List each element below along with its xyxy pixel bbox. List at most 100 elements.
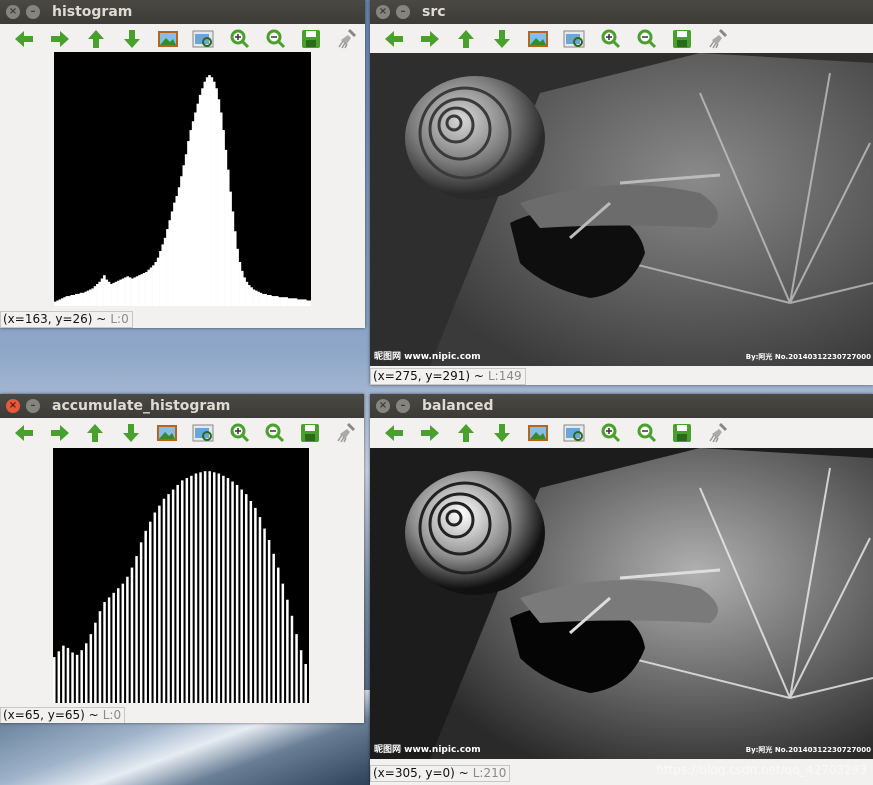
histogram-bar xyxy=(80,650,83,703)
histogram-bar xyxy=(72,295,76,306)
histogram-bar xyxy=(268,295,272,306)
balanced-photo[interactable]: 昵图网 www.nipic.com By:阿光 No.2014031223072… xyxy=(370,448,873,759)
arrow-up-button[interactable] xyxy=(78,25,114,53)
zoom-in-button[interactable] xyxy=(221,419,257,447)
properties-icon xyxy=(563,30,585,48)
histogram-bar xyxy=(217,473,221,703)
minimize-button[interactable]: – xyxy=(26,399,40,413)
zoom-in-icon xyxy=(601,29,621,49)
properties-button[interactable] xyxy=(186,25,222,53)
arrow-up-button[interactable] xyxy=(448,419,484,447)
histogram-bar xyxy=(168,220,172,306)
save-image-button[interactable] xyxy=(520,25,556,53)
histogram-bar xyxy=(145,271,148,306)
arrow-down-button[interactable] xyxy=(484,25,520,53)
close-button[interactable]: × xyxy=(376,5,390,19)
histogram-bar xyxy=(112,592,115,703)
histogram-bar xyxy=(240,489,243,703)
arrow-right-button[interactable] xyxy=(412,25,448,53)
zoom-in-button[interactable] xyxy=(592,25,628,53)
histogram-bar xyxy=(112,282,116,306)
zoom-in-button[interactable] xyxy=(221,25,257,53)
minimize-button[interactable]: – xyxy=(26,5,40,19)
arrow-up-button[interactable] xyxy=(448,25,484,53)
clear-button[interactable] xyxy=(700,25,736,53)
arrow-right-icon xyxy=(50,425,69,441)
arrow-left-button[interactable] xyxy=(6,25,42,53)
minimize-button[interactable]: – xyxy=(396,399,410,413)
histogram-bar xyxy=(290,615,294,703)
balanced-window: × – balanced 昵图网 www.nipic.com By:阿光 No.… xyxy=(370,394,873,785)
histogram-bar xyxy=(128,277,132,306)
histogram-bar xyxy=(245,494,248,703)
arrow-up-icon xyxy=(458,30,474,48)
save-button[interactable] xyxy=(293,25,329,53)
histogram-bar xyxy=(119,279,123,306)
arrow-right-button[interactable] xyxy=(42,419,78,447)
zoom-in-icon xyxy=(601,423,621,443)
status-coords: (x=163, y=26) ~ xyxy=(3,312,107,326)
zoom-out-button[interactable] xyxy=(628,25,664,53)
save-button[interactable] xyxy=(664,25,700,53)
histogram-bar xyxy=(280,297,284,306)
histogram-bar xyxy=(103,275,106,306)
watermark-left: 昵图网 www.nipic.com xyxy=(374,745,481,755)
histogram-bar xyxy=(58,299,62,306)
save-button[interactable] xyxy=(664,419,700,447)
histogram-bar xyxy=(301,299,305,306)
histogram-window: × – histogram (x=163, y=26) ~ L:0 xyxy=(0,0,365,328)
histogram-bar xyxy=(250,287,253,306)
save-image-button[interactable] xyxy=(520,419,556,447)
histogram-bar xyxy=(208,75,211,306)
titlebar: × – balanced xyxy=(370,394,873,418)
minimize-button[interactable]: – xyxy=(396,5,410,19)
close-button[interactable]: × xyxy=(6,399,20,413)
histogram-bar xyxy=(162,498,166,703)
histogram-bar xyxy=(68,296,71,306)
arrow-up-button[interactable] xyxy=(78,419,114,447)
arrow-left-icon xyxy=(14,425,33,441)
histogram-bar xyxy=(182,165,186,306)
properties-button[interactable] xyxy=(556,25,592,53)
watermark-right: By:阿光 No.20140312230727000 xyxy=(745,746,871,754)
histogram-bar xyxy=(226,478,230,703)
arrow-down-button[interactable] xyxy=(114,25,150,53)
arrow-right-button[interactable] xyxy=(412,419,448,447)
arrow-down-button[interactable] xyxy=(484,419,520,447)
histogram-canvas[interactable] xyxy=(54,52,311,306)
save-button[interactable] xyxy=(292,419,328,447)
histogram-bar xyxy=(254,507,257,703)
close-button[interactable]: × xyxy=(376,399,390,413)
zoom-in-button[interactable] xyxy=(592,419,628,447)
zoom-out-button[interactable] xyxy=(257,25,293,53)
status-box: (x=305, y=0) ~ L:210 xyxy=(370,764,511,782)
clear-button[interactable] xyxy=(700,419,736,447)
arrow-right-button[interactable] xyxy=(42,25,78,53)
properties-button[interactable] xyxy=(556,419,592,447)
accumulate-histogram-canvas[interactable] xyxy=(53,448,309,703)
histogram-bar xyxy=(303,299,307,306)
histogram-bar xyxy=(140,274,144,306)
zoom-out-button[interactable] xyxy=(257,419,293,447)
histogram-bar xyxy=(266,295,270,306)
save-image-button[interactable] xyxy=(150,25,186,53)
zoom-out-button[interactable] xyxy=(628,419,664,447)
arrow-down-button[interactable] xyxy=(113,419,149,447)
properties-button[interactable] xyxy=(185,419,221,447)
histogram-bar xyxy=(131,278,134,306)
histogram-bar xyxy=(252,289,256,306)
save-image-button[interactable] xyxy=(149,419,185,447)
arrow-left-button[interactable] xyxy=(6,419,42,447)
snail-photo[interactable]: 昵图网 www.nipic.com By:阿光 No.2014031223072… xyxy=(370,53,873,366)
toolbar xyxy=(0,418,364,448)
histogram-bar xyxy=(117,588,120,703)
zoom-in-icon xyxy=(230,423,249,443)
clear-button[interactable] xyxy=(329,25,365,53)
arrow-left-icon xyxy=(385,31,403,47)
arrow-left-button[interactable] xyxy=(376,419,412,447)
histogram-bar xyxy=(205,77,209,306)
arrow-left-button[interactable] xyxy=(376,25,412,53)
clear-button[interactable] xyxy=(328,419,364,447)
status-coords: (x=65, y=65) ~ xyxy=(3,708,99,722)
close-button[interactable]: × xyxy=(6,5,20,19)
